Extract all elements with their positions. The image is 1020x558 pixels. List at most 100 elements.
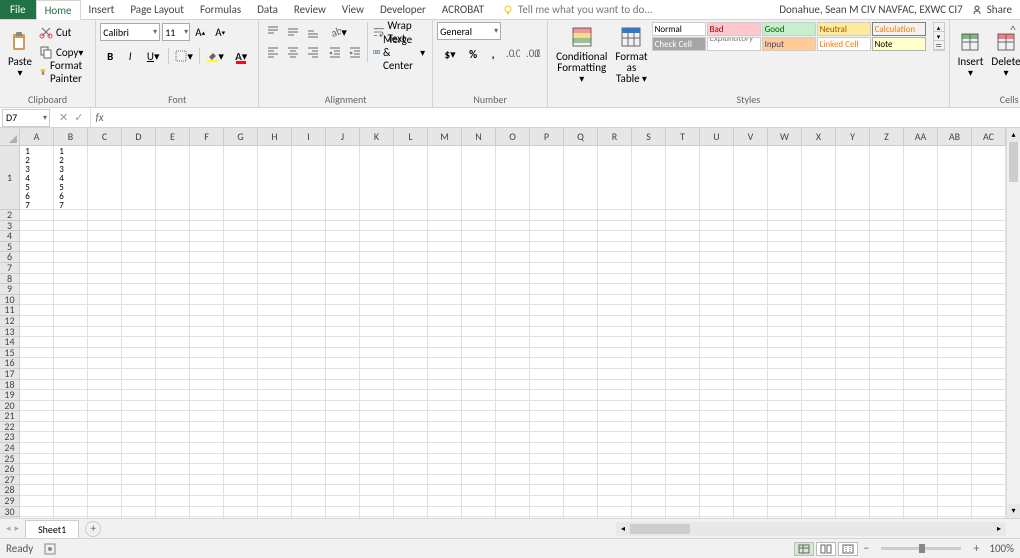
cell[interactable] (394, 316, 428, 326)
cell[interactable] (462, 210, 496, 220)
cell[interactable] (258, 369, 292, 379)
cell[interactable] (870, 411, 904, 421)
insert-cells-button[interactable]: Insert▾ (954, 22, 988, 86)
cell[interactable] (972, 146, 1006, 209)
cell[interactable] (190, 390, 224, 400)
cell[interactable] (904, 284, 938, 294)
account-name[interactable]: Donahue, Sean M CIV NAVFAC, EXWC CI7 (779, 3, 963, 16)
cell[interactable] (700, 485, 734, 495)
cell[interactable] (122, 327, 156, 337)
style-normal[interactable]: Normal (652, 22, 706, 36)
cell[interactable] (666, 369, 700, 379)
cell[interactable] (122, 369, 156, 379)
cell[interactable] (326, 348, 360, 358)
cell[interactable] (496, 443, 530, 453)
cell[interactable] (938, 475, 972, 485)
cell[interactable] (88, 358, 122, 368)
cell[interactable] (190, 475, 224, 485)
cell[interactable] (258, 475, 292, 485)
cell[interactable] (802, 231, 836, 241)
cell[interactable] (224, 231, 258, 241)
cell[interactable] (666, 284, 700, 294)
cell[interactable] (326, 432, 360, 442)
cell[interactable] (530, 369, 564, 379)
cell[interactable] (360, 231, 394, 241)
cell[interactable] (88, 327, 122, 337)
cell[interactable] (326, 284, 360, 294)
row-header[interactable]: 1 (0, 146, 19, 210)
cell[interactable] (462, 263, 496, 273)
cell[interactable] (666, 252, 700, 262)
column-header[interactable]: E (156, 128, 190, 145)
cell[interactable] (54, 485, 88, 495)
cell[interactable] (904, 464, 938, 474)
cell[interactable] (20, 210, 54, 220)
cell[interactable] (870, 327, 904, 337)
cell[interactable] (598, 327, 632, 337)
cell[interactable] (564, 263, 598, 273)
cell[interactable] (156, 422, 190, 432)
cell[interactable] (598, 475, 632, 485)
cell[interactable] (258, 507, 292, 517)
cell[interactable] (904, 485, 938, 495)
cell[interactable] (122, 348, 156, 358)
cell[interactable] (88, 284, 122, 294)
cell[interactable] (530, 496, 564, 506)
cell[interactable] (292, 432, 326, 442)
cell[interactable] (394, 380, 428, 390)
cell[interactable] (700, 369, 734, 379)
cell[interactable] (122, 210, 156, 220)
cell[interactable] (156, 146, 190, 209)
cell[interactable] (326, 263, 360, 273)
cell[interactable] (122, 380, 156, 390)
gallery-scroll-down[interactable]: ▾ (934, 32, 944, 41)
cell[interactable] (700, 242, 734, 252)
cell[interactable] (360, 369, 394, 379)
cell[interactable] (326, 295, 360, 305)
cell[interactable] (768, 242, 802, 252)
cell[interactable] (768, 327, 802, 337)
cell[interactable] (190, 422, 224, 432)
cell[interactable] (462, 390, 496, 400)
cell[interactable] (156, 496, 190, 506)
select-all-corner[interactable] (0, 128, 20, 146)
macro-record-icon[interactable] (43, 542, 57, 556)
cell[interactable] (20, 284, 54, 294)
cell[interactable] (632, 432, 666, 442)
cell[interactable] (802, 432, 836, 442)
cell[interactable] (904, 146, 938, 209)
cell[interactable] (88, 348, 122, 358)
cell[interactable] (258, 210, 292, 220)
cell[interactable] (224, 507, 258, 517)
cell[interactable] (836, 242, 870, 252)
cell[interactable] (156, 485, 190, 495)
cell[interactable] (904, 252, 938, 262)
cell[interactable] (938, 221, 972, 231)
column-header[interactable]: AB (938, 128, 972, 145)
cell[interactable] (224, 305, 258, 315)
cell[interactable] (530, 380, 564, 390)
cell[interactable] (938, 327, 972, 337)
cell[interactable] (326, 337, 360, 347)
cell[interactable] (292, 358, 326, 368)
column-header[interactable]: I (292, 128, 326, 145)
align-left-button[interactable] (264, 43, 282, 61)
cell[interactable] (54, 401, 88, 411)
cell[interactable] (904, 348, 938, 358)
cell[interactable] (632, 231, 666, 241)
column-header[interactable]: U (700, 128, 734, 145)
cell[interactable] (394, 231, 428, 241)
cell[interactable] (870, 274, 904, 284)
cell[interactable] (564, 432, 598, 442)
cell[interactable] (428, 475, 462, 485)
cell[interactable] (462, 231, 496, 241)
cell[interactable] (870, 348, 904, 358)
cell[interactable] (734, 380, 768, 390)
cell[interactable] (428, 369, 462, 379)
cell[interactable] (564, 411, 598, 421)
cell[interactable] (496, 380, 530, 390)
cell[interactable] (666, 507, 700, 517)
cell[interactable] (20, 242, 54, 252)
cell[interactable] (564, 316, 598, 326)
cell[interactable] (530, 485, 564, 495)
